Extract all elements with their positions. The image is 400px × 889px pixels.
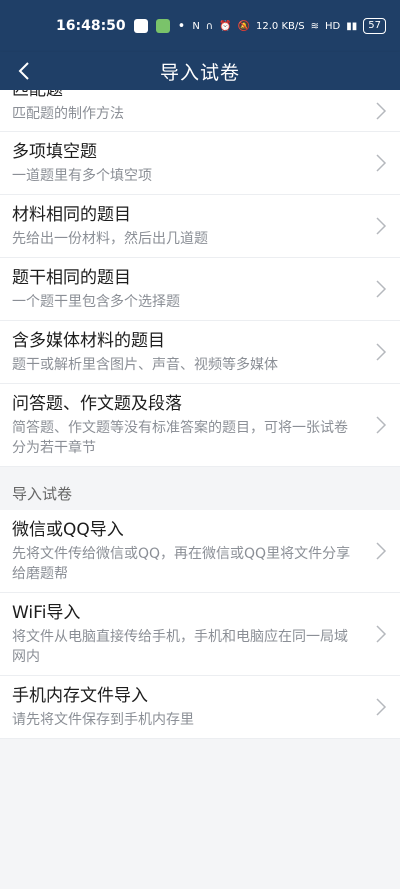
chevron-right-icon (376, 343, 387, 361)
alarm-icon: ⏰ (219, 20, 232, 32)
dot-icon: • (177, 18, 186, 34)
status-time: 16:48:50 (56, 18, 126, 34)
item-title: 手机内存文件导入 (12, 686, 148, 706)
game-notification-icon (155, 19, 170, 33)
nfc-icon: N (192, 20, 200, 32)
chevron-right-icon (376, 280, 387, 298)
back-button[interactable] (8, 52, 40, 90)
list-item-storage-import[interactable]: 手机内存文件导入 请先将文件保存到手机内存里 (0, 676, 400, 739)
item-title: 含多媒体材料的题目 (12, 331, 165, 351)
list-item-wechat-qq-import[interactable]: 微信或QQ导入 先将文件传给微信或QQ，再在微信或QQ里将文件分享给磨题帮 (0, 510, 400, 593)
list-item-multimedia[interactable]: 含多媒体材料的题目 题干或解析里含图片、声音、视频等多媒体 (0, 321, 400, 384)
status-bar: 16:48:50 • N ∩ ⏰ 🔕 12.0 KB/S ≋ HD ▮▮ 57 (0, 0, 400, 52)
item-desc: 一道题里有多个填空项 (12, 168, 152, 184)
section-header-import: 导入试卷 (0, 467, 400, 510)
list-item-essay[interactable]: 问答题、作文题及段落 简答题、作文题等没有标准答案的题目，可将一张试卷分为若干章… (0, 384, 400, 467)
network-speed: 12.0 KB/S (256, 20, 305, 32)
item-desc: 简答题、作文题等没有标准答案的题目，可将一张试卷分为若干章节 (12, 420, 348, 456)
item-desc: 一个题干里包含多个选择题 (12, 294, 180, 310)
mute-icon: 🔕 (237, 20, 251, 32)
app-bar: 导入试卷 (0, 52, 400, 90)
item-desc: 先将文件传给微信或QQ，再在微信或QQ里将文件分享给磨题帮 (12, 546, 351, 582)
item-title: 问答题、作文题及段落 (12, 394, 182, 414)
import-list: 微信或QQ导入 先将文件传给微信或QQ，再在微信或QQ里将文件分享给磨题帮 Wi… (0, 510, 400, 739)
list-item-wifi-import[interactable]: WiFi导入 将文件从电脑直接传给手机，手机和电脑应在同一局域网内 (0, 593, 400, 676)
list-item-multi-blank[interactable]: 多项填空题 一道题里有多个填空项 (0, 132, 400, 195)
page-title: 导入试卷 (159, 61, 240, 84)
list-item-same-stem[interactable]: 题干相同的题目 一个题干里包含多个选择题 (0, 258, 400, 321)
item-desc: 将文件从电脑直接传给手机，手机和电脑应在同一局域网内 (12, 629, 348, 665)
list-item-same-material[interactable]: 材料相同的题目 先给出一份材料，然后出几道题 (0, 195, 400, 258)
item-title: 微信或QQ导入 (12, 520, 124, 540)
chevron-right-icon (376, 542, 387, 560)
item-title: 多项填空题 (12, 142, 97, 162)
chevron-right-icon (376, 625, 387, 643)
question-type-list: 匹配题 匹配题的制作方法 多项填空题 一道题里有多个填空项 材料相同的题目 先给… (0, 90, 400, 467)
chevron-left-icon (18, 62, 29, 80)
signal-icon: ▮▮ (346, 20, 358, 32)
chevron-right-icon (376, 698, 387, 716)
item-title: 材料相同的题目 (12, 205, 131, 225)
hd-icon: HD (325, 20, 341, 32)
battery-icon: 57 (363, 18, 386, 34)
wifi-icon: ≋ (310, 20, 320, 32)
item-desc: 请先将文件保存到手机内存里 (12, 712, 194, 728)
item-title: WiFi导入 (12, 603, 81, 623)
item-title: 匹配题 (12, 90, 63, 100)
app-notification-icon (133, 19, 148, 33)
item-desc: 匹配题的制作方法 (12, 106, 124, 122)
item-desc: 题干或解析里含图片、声音、视频等多媒体 (12, 357, 278, 373)
item-desc: 先给出一份材料，然后出几道题 (12, 231, 208, 247)
chevron-right-icon (376, 416, 387, 434)
item-title: 题干相同的题目 (12, 268, 131, 288)
chevron-right-icon (376, 217, 387, 235)
headphone-icon: ∩ (205, 20, 214, 32)
chevron-right-icon (376, 154, 387, 172)
list-item-matching[interactable]: 匹配题 匹配题的制作方法 (0, 90, 400, 132)
chevron-right-icon (376, 101, 387, 120)
